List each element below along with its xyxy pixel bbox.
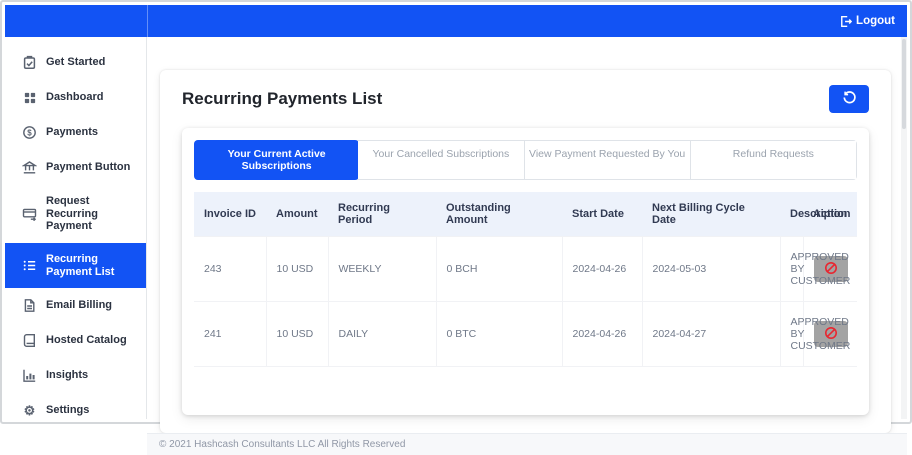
- col-outstanding-amount: Outstanding Amount: [436, 192, 562, 237]
- svg-text:$: $: [27, 128, 32, 137]
- col-invoice-id: Invoice ID: [194, 192, 266, 237]
- clipboard-check-icon: [22, 55, 37, 70]
- topbar-divider: [147, 5, 148, 37]
- sidebar-item-label: Recurring Payment List: [46, 252, 115, 278]
- cell-amount: 10 USD: [265, 236, 329, 302]
- cell-amount: 10 USD: [265, 301, 329, 367]
- sidebar-item-settings[interactable]: ⚙ Settings: [5, 393, 146, 428]
- logout-label: Logout: [856, 15, 895, 27]
- main-area: Recurring Payments List Your Current Act…: [147, 37, 907, 455]
- sidebar-item-dashboard[interactable]: Dashboard: [5, 80, 146, 115]
- tab-current-active-subscriptions[interactable]: Your Current Active Subscriptions: [194, 140, 360, 180]
- subscriptions-table: Invoice ID Amount Recurring Period Outst…: [194, 192, 857, 367]
- book-icon: [22, 333, 37, 348]
- logout-button[interactable]: Logout: [839, 15, 895, 28]
- tab-cancelled-subscriptions[interactable]: Your Cancelled Subscriptions: [358, 141, 525, 179]
- sidebar-item-label: Request Recurring Payment: [46, 195, 98, 233]
- cell-next-billing-date: 2024-04-27: [641, 301, 781, 367]
- cell-start-date: 2024-04-26: [561, 236, 643, 302]
- bank-icon: [22, 160, 37, 175]
- cell-recurring-period: DAILY: [327, 301, 437, 367]
- table-row: 243 10 USD WEEKLY 0 BCH 2024-04-26 2024-…: [194, 236, 857, 302]
- grid-icon: [22, 90, 37, 105]
- sidebar-item-label: Insights: [46, 369, 89, 382]
- cell-invoice-id: 243: [194, 236, 267, 302]
- sidebar-item-payment-button[interactable]: Payment Button: [5, 150, 146, 185]
- col-recurring-period: Recurring Period: [328, 192, 436, 237]
- cell-outstanding-amount: 0 BTC: [435, 301, 563, 367]
- sidebar-item-label: Dashboard: [46, 91, 104, 104]
- sidebar: Get Started Dashboard $ Payments Payment…: [5, 37, 147, 419]
- sidebar-item-label: Settings: [46, 404, 90, 417]
- col-description: Description: [780, 192, 851, 237]
- scrollbar-thumb[interactable]: [902, 39, 906, 129]
- cell-outstanding-amount: 0 BCH: [435, 236, 563, 302]
- cancel-icon: [824, 326, 838, 343]
- cell-description: APPROVED BY CUSTOMER: [779, 301, 850, 367]
- sidebar-item-get-started[interactable]: Get Started: [5, 45, 146, 80]
- sidebar-item-recurring-payment-list[interactable]: Recurring Payment List: [5, 242, 146, 289]
- sidebar-item-label: Payments: [46, 126, 98, 139]
- cell-invoice-id: 241: [194, 301, 267, 367]
- logout-icon: [839, 15, 853, 28]
- sidebar-item-label: Email Billing: [46, 299, 113, 312]
- col-start-date: Start Date: [562, 192, 642, 237]
- chart-icon: [22, 368, 37, 383]
- col-next-billing-cycle-date: Next Billing Cycle Date: [642, 192, 780, 237]
- list-icon: [22, 258, 37, 273]
- footer-copyright: © 2021 Hashcash Consultants LLC All Righ…: [147, 433, 907, 455]
- sidebar-item-request-recurring-payment[interactable]: Request Recurring Payment: [5, 185, 146, 243]
- topbar: Logout: [5, 5, 907, 37]
- sidebar-item-email-billing[interactable]: Email Billing: [5, 288, 146, 323]
- tab-refund-requests[interactable]: Refund Requests: [690, 141, 856, 179]
- subscription-tabs: Your Current Active Subscriptions Your C…: [194, 140, 857, 180]
- cancel-icon: [824, 261, 838, 278]
- cell-start-date: 2024-04-26: [561, 301, 643, 367]
- gear-icon: ⚙: [23, 403, 36, 419]
- refresh-history-button[interactable]: [829, 85, 869, 113]
- sidebar-item-label: Hosted Catalog: [46, 334, 127, 347]
- card-arrow-icon: [22, 206, 37, 222]
- sidebar-item-payments[interactable]: $ Payments: [5, 115, 146, 150]
- scrollbar[interactable]: [901, 37, 907, 419]
- cell-description: APPROVED BY CUSTOMER: [779, 236, 850, 302]
- page-title: Recurring Payments List: [182, 89, 383, 108]
- cell-action: [802, 301, 857, 367]
- history-refresh-icon: [842, 90, 857, 108]
- table-header-row: Invoice ID Amount Recurring Period Outst…: [194, 192, 857, 237]
- subscriptions-panel: Your Current Active Subscriptions Your C…: [182, 128, 869, 415]
- tab-view-payment-requested[interactable]: View Payment Requested By You: [524, 141, 691, 179]
- cell-next-billing-date: 2024-05-03: [641, 236, 781, 302]
- sidebar-item-label: Payment Button: [46, 161, 131, 174]
- col-amount: Amount: [266, 192, 328, 237]
- cell-action: [802, 236, 857, 302]
- recurring-payments-card: Recurring Payments List Your Current Act…: [160, 70, 891, 433]
- sidebar-item-hosted-catalog[interactable]: Hosted Catalog: [5, 323, 146, 358]
- table-row: 241 10 USD DAILY 0 BTC 2024-04-26 2024-0…: [194, 301, 857, 367]
- sidebar-item-insights[interactable]: Insights: [5, 358, 146, 393]
- document-icon: [22, 298, 37, 313]
- app-window: Logout Get Started Dashboard $ Payments …: [0, 0, 912, 455]
- sidebar-item-label: Get Started: [46, 56, 106, 69]
- cell-recurring-period: WEEKLY: [327, 236, 437, 302]
- dollar-circle-icon: $: [22, 125, 37, 140]
